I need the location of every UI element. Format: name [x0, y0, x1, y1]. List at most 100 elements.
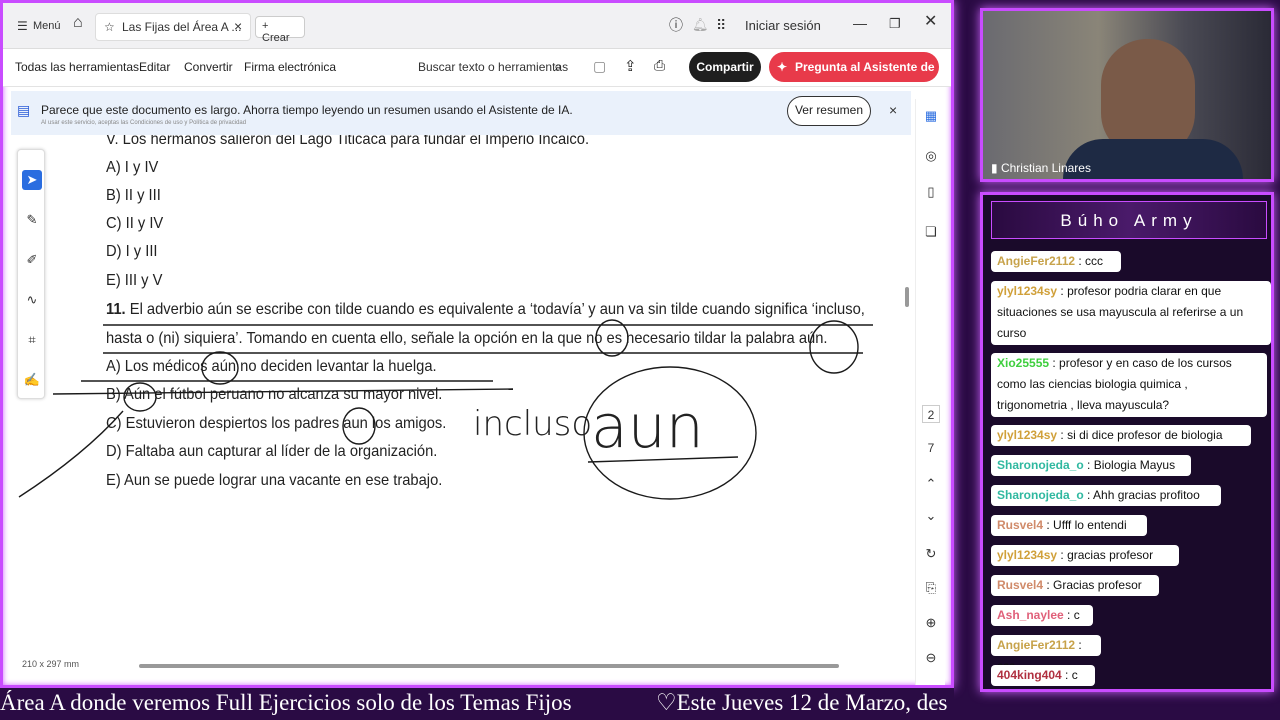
chat-username[interactable]: Sharonojeda_o: [997, 488, 1084, 502]
zoom-in-icon[interactable]: ⊕: [922, 614, 940, 632]
ticker-text-left: Área A donde veremos Full Ejercicios sol…: [0, 690, 572, 715]
stream-ticker: Área A donde veremos Full Ejercicios sol…: [0, 688, 954, 720]
vertical-scrollbar[interactable]: [905, 287, 909, 307]
banner-terms[interactable]: Al usar este servicio, aceptas las Condi…: [41, 120, 246, 126]
ai-assistant-icon: ✦: [777, 60, 788, 74]
chat-message: ylyl1234sy : si di dice profesor de biol…: [991, 425, 1251, 446]
apps-grid-icon[interactable]: ⠿: [716, 17, 726, 33]
help-icon[interactable]: ⓘ: [669, 17, 683, 33]
text-select-icon[interactable]: ⌗: [22, 330, 42, 350]
presenter-name-text: Christian Linares: [1000, 161, 1091, 175]
handwriting-incluso: incluso: [473, 404, 592, 444]
pdf-viewer-window: ☰ Menú ⌂ ☆ Las Fijas del Área A ... × + …: [0, 0, 954, 688]
page-down-icon[interactable]: ⌄: [922, 507, 940, 525]
export-icon[interactable]: ⎘: [922, 579, 940, 597]
browser-tab-bar: ☰ Menú ⌂ ☆ Las Fijas del Área A ... × + …: [3, 3, 951, 49]
signature-icon[interactable]: ✍: [22, 370, 42, 390]
document-info-icon: ▤: [17, 102, 31, 118]
chat-username[interactable]: ylyl1234sy: [997, 428, 1057, 442]
signal-icon: ▮: [991, 161, 1001, 175]
minimize-icon[interactable]: —: [853, 15, 867, 31]
pages-icon[interactable]: ❏: [922, 223, 940, 241]
chat-username[interactable]: 404king404: [997, 668, 1062, 682]
freehand-icon[interactable]: ∿: [22, 290, 42, 310]
chat-message: Sharonojeda_o : Biologia Mayus: [991, 455, 1191, 476]
menu-edit[interactable]: Editar: [139, 60, 170, 74]
circle-aun-question: [809, 320, 859, 374]
chat-message: Xio25555 : profesor y en caso de los cur…: [991, 353, 1267, 417]
new-tab-button[interactable]: + Crear: [255, 16, 305, 44]
page-current[interactable]: 2: [922, 405, 940, 423]
sign-in-link[interactable]: Iniciar sesión: [745, 18, 821, 34]
slash-line: [18, 410, 124, 498]
new-tab-label: Crear: [262, 32, 290, 44]
menu-all-tools[interactable]: Todas las herramientas: [15, 60, 139, 74]
print-icon[interactable]: ⎙: [654, 57, 665, 74]
handwriting-aun: aun: [591, 392, 704, 462]
chat-username[interactable]: ylyl1234sy: [997, 284, 1057, 298]
search-icon[interactable]: ⌕: [554, 58, 562, 75]
share-button[interactable]: Compartir: [689, 52, 761, 82]
search-tools-input[interactable]: Buscar texto o herramientas: [418, 60, 568, 74]
circle-aun-b: [123, 382, 157, 412]
chat-message-text: : c: [1063, 608, 1080, 622]
chat-message-text: : Gracias profesor: [1043, 578, 1142, 592]
bell-icon[interactable]: 🔔︎: [692, 17, 709, 33]
chat-username[interactable]: ylyl1234sy: [997, 548, 1057, 562]
close-tab-icon[interactable]: ×: [234, 18, 242, 34]
chat-message: Ash_naylee : c: [991, 605, 1093, 626]
ai-assistant-button[interactable]: ✦ Pregunta al Asistente de IA: [769, 52, 939, 104]
chat-message: Sharonojeda_o : Ahh gracias profitoo: [991, 485, 1221, 506]
stream-stage: ☰ Menú ⌂ ☆ Las Fijas del Área A ... × + …: [0, 0, 1280, 720]
chat-message: AngieFer2112 : ccc: [991, 251, 1121, 272]
chat-username[interactable]: Sharonojeda_o: [997, 458, 1084, 472]
banner-text: Parece que este documento es largo. Ahor…: [41, 103, 573, 117]
chat-message: Rusvel4 : Ufff lo entendi: [991, 515, 1147, 536]
zoom-out-icon[interactable]: ⊖: [922, 649, 940, 667]
page-total: 7: [927, 441, 935, 455]
page-up-icon[interactable]: ⌃: [922, 475, 940, 493]
plus-icon: +: [262, 20, 269, 32]
chat-message-text: : c: [1061, 668, 1078, 682]
strike-b: [52, 388, 514, 395]
chat-message-text: : si di dice profesor de biologia: [1057, 428, 1223, 442]
chat-message: AngieFer2112 : ccc: [991, 635, 1101, 673]
menu-convert[interactable]: Convertir: [184, 60, 233, 74]
circle-aun-c: [342, 407, 376, 445]
view-summary-button[interactable]: Ver resumen: [787, 96, 871, 126]
chat-username[interactable]: AngieFer2112: [997, 638, 1075, 652]
upload-icon[interactable]: ⇪: [624, 57, 637, 75]
chat-username[interactable]: AngieFer2112: [997, 254, 1075, 268]
pdf-toolbar: Todas las herramientas Editar Convertir …: [3, 49, 951, 104]
comment-icon[interactable]: ✎: [22, 210, 42, 230]
chat-message-text: : gracias profesor: [1057, 548, 1154, 562]
banner-close-icon[interactable]: ×: [889, 102, 897, 118]
chat-panel: Búho Army AngieFer2112 : ccc ylyl1234sy :…: [980, 192, 1274, 692]
select-cursor-icon[interactable]: ➤: [22, 170, 42, 190]
chat-username[interactable]: Rusvel4: [997, 578, 1043, 592]
horizontal-scrollbar[interactable]: [139, 664, 839, 668]
tab-title: Las Fijas del Área A ...: [122, 20, 242, 34]
draw-pen-icon[interactable]: ✐: [22, 250, 42, 270]
close-window-icon[interactable]: ✕: [924, 14, 937, 30]
pdf-page[interactable]: V. Los hermanos salieron del Lago Titica…: [13, 135, 911, 655]
chat-username[interactable]: Xio25555: [997, 356, 1049, 370]
chat-message-text: : Biologia Mayus: [1083, 458, 1176, 472]
bookmarks-icon[interactable]: ▯: [922, 183, 940, 201]
menu-icon[interactable]: ☰: [17, 18, 28, 34]
summary-banner: ▤ Parece que este documento es largo. Ah…: [11, 91, 911, 135]
home-icon[interactable]: ⌂: [73, 15, 83, 31]
chat-username[interactable]: Rusvel4: [997, 518, 1043, 532]
document-tab[interactable]: ☆ Las Fijas del Área A ... ×: [95, 13, 251, 41]
right-tool-palette: ▦ ◎ ▯ ❏ 2 7 ⌃ ⌄ ↻ ⎘ ⊕ ⊖: [915, 99, 945, 685]
menu-label[interactable]: Menú: [33, 18, 61, 34]
star-icon[interactable]: ☆: [104, 19, 115, 35]
restore-icon[interactable]: ❐: [889, 16, 901, 32]
save-icon[interactable]: ▢: [593, 58, 606, 75]
chat-username[interactable]: Ash_naylee: [997, 608, 1064, 622]
refresh-icon[interactable]: ↻: [922, 545, 940, 563]
comments-panel-icon[interactable]: ◎: [922, 147, 940, 165]
chat-message-text: : Ufff lo entendi: [1043, 518, 1127, 532]
ai-panel-icon[interactable]: ▦: [922, 107, 940, 125]
menu-e-signature[interactable]: Firma electrónica: [244, 60, 336, 74]
